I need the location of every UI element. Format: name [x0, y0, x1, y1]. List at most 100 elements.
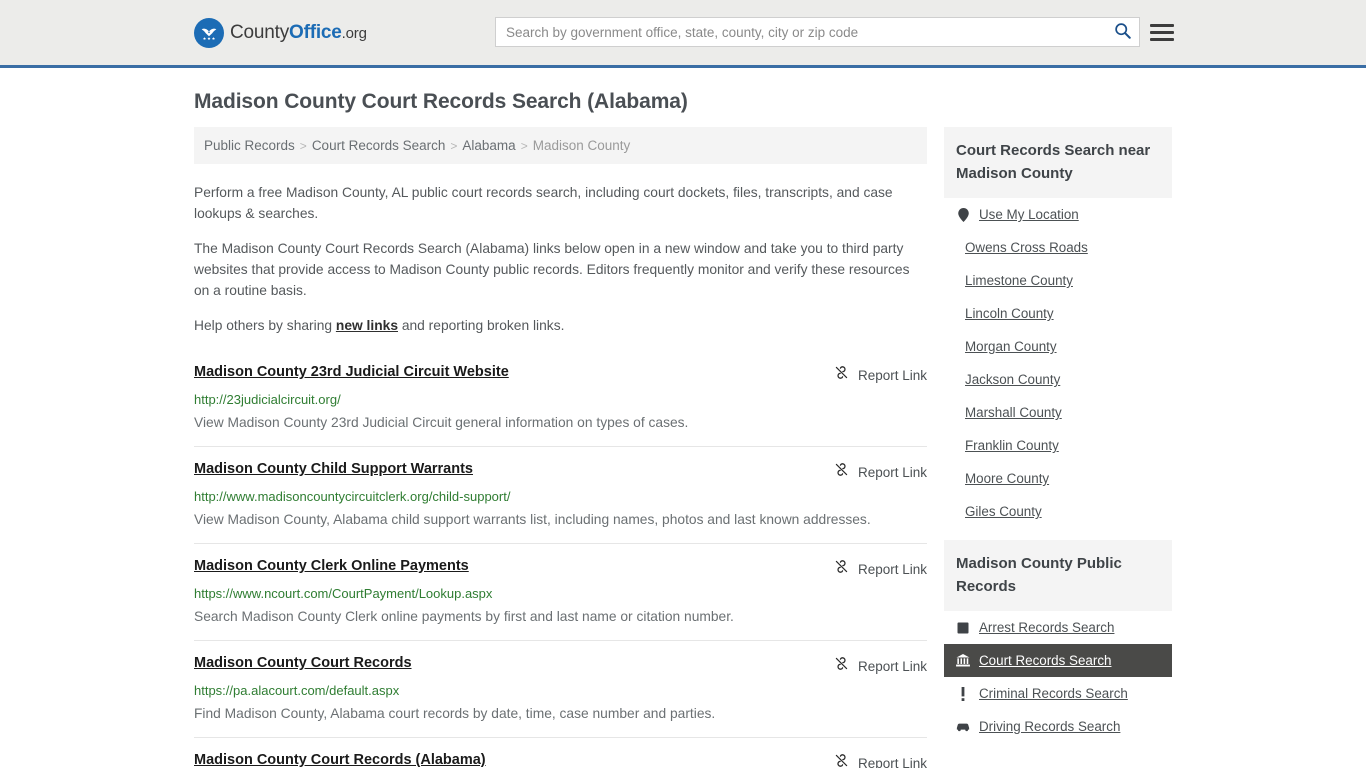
site-header: CountyOffice.org: [0, 0, 1366, 68]
sidebar-item-marshall-county[interactable]: Marshall County: [944, 396, 1172, 429]
resource-title-link[interactable]: Madison County 23rd Judicial Circuit Web…: [194, 364, 509, 380]
link-item-header: Madison County 23rd Judicial Circuit Web…: [194, 364, 927, 385]
sidebar-item-label: Morgan County: [965, 339, 1057, 354]
intro-paragraph-2: The Madison County Court Records Search …: [194, 241, 910, 298]
search-icon: [1114, 22, 1131, 42]
report-link-label: Report Link: [857, 464, 927, 480]
sidebar-item-court-records-search[interactable]: Court Records Search: [944, 644, 1172, 677]
list-item: Use My Location: [944, 198, 1172, 231]
resource-description: Find Madison County, Alabama court recor…: [194, 706, 716, 721]
sidebar-item-arrest-records-search[interactable]: Arrest Records Search: [944, 611, 1172, 644]
intro-paragraph-1: Perform a free Madison County, AL public…: [194, 185, 893, 221]
list-item: Moore County: [944, 462, 1172, 495]
hamburger-bar: [1150, 37, 1174, 41]
broken-link-icon: [834, 365, 849, 385]
breadcrumb-separator-icon: >: [450, 138, 458, 153]
resource-description: Search Madison County Clerk online payme…: [194, 609, 734, 624]
square-badge-icon: [956, 622, 970, 634]
search-input[interactable]: [496, 18, 1105, 46]
car-icon: [956, 721, 970, 732]
list-item: Franklin County: [944, 429, 1172, 462]
intro-share-prefix: Help others by sharing: [194, 318, 336, 333]
resource-url[interactable]: http://23judicialcircuit.org/: [194, 392, 927, 407]
intro-paragraph-3: Help others by sharing new links and rep…: [194, 315, 927, 336]
breadcrumb-item-madison-county: Madison County: [532, 138, 631, 153]
resource-url[interactable]: https://pa.alacourt.com/default.aspx: [194, 683, 927, 698]
sidebar-item-label: Owens Cross Roads: [965, 240, 1088, 255]
link-item-header: Madison County Court Records (Alabama) R…: [194, 752, 927, 768]
report-link-button[interactable]: Report Link: [834, 753, 927, 768]
sidebar-item-driving-records-search[interactable]: Driving Records Search: [944, 710, 1172, 743]
nearby-panel-heading: Court Records Search near Madison County: [944, 127, 1172, 198]
sidebar-item-morgan-county[interactable]: Morgan County: [944, 330, 1172, 363]
report-link-label: Report Link: [857, 755, 927, 768]
sidebar-item-label: Jackson County: [965, 372, 1061, 387]
list-item: Criminal Records Search: [944, 677, 1172, 710]
resource-url[interactable]: https://www.ncourt.com/CourtPayment/Look…: [194, 586, 927, 601]
logo-text-county: County: [230, 21, 290, 43]
link-item-header: Madison County Clerk Online Payments Rep…: [194, 558, 927, 579]
breadcrumb-item-court-records-search[interactable]: Court Records Search: [312, 138, 446, 153]
resource-description: View Madison County, Alabama child suppo…: [194, 512, 871, 527]
list-item: Court Records Search: [944, 644, 1172, 677]
list-item: Morgan County: [944, 330, 1172, 363]
resource-title-link[interactable]: Madison County Court Records: [194, 655, 412, 671]
sidebar-item-franklin-county[interactable]: Franklin County: [944, 429, 1172, 462]
sidebar-item-label: Franklin County: [965, 438, 1059, 453]
link-item-header: Madison County Child Support Warrants Re…: [194, 461, 927, 482]
list-item: Limestone County: [944, 264, 1172, 297]
sidebar-item-label: Lincoln County: [965, 306, 1054, 321]
breadcrumb: Public Records > Court Records Search > …: [194, 127, 927, 164]
report-link-button[interactable]: Report Link: [834, 365, 927, 385]
sidebar-item-label: Moore County: [965, 471, 1050, 486]
sidebar-item-use-my-location[interactable]: Use My Location: [944, 198, 1172, 231]
sidebar-item-moore-county[interactable]: Moore County: [944, 462, 1172, 495]
sidebar-item-label: Arrest Records Search: [979, 620, 1115, 635]
public-records-panel-heading: Madison County Public Records: [944, 540, 1172, 611]
eagle-seal-icon: [194, 17, 224, 48]
breadcrumb-item-alabama[interactable]: Alabama: [462, 138, 515, 153]
list-item: Madison County Child Support Warrants Re…: [194, 446, 927, 543]
nearby-list: Use My Location Owens Cross Roads Limest…: [944, 198, 1172, 528]
list-item: Arrest Records Search: [944, 611, 1172, 644]
sidebar-item-label: Criminal Records Search: [979, 686, 1128, 701]
sidebar-item-label: Court Records Search: [979, 653, 1112, 668]
sidebar-item-owens-cross-roads[interactable]: Owens Cross Roads: [944, 231, 1172, 264]
list-item: Madison County Clerk Online Payments Rep…: [194, 543, 927, 640]
sidebar-item-giles-county[interactable]: Giles County: [944, 495, 1172, 528]
hamburger-menu-icon[interactable]: [1150, 20, 1174, 44]
nearby-panel: Court Records Search near Madison County…: [944, 127, 1172, 528]
search-bar[interactable]: [495, 17, 1140, 47]
search-button[interactable]: [1105, 18, 1139, 46]
list-item: Driving Records Search: [944, 710, 1172, 743]
site-logo-text: CountyOffice.org: [230, 22, 367, 44]
resource-url[interactable]: http://www.madisoncountycircuitclerk.org…: [194, 489, 927, 504]
page-body: Madison County Court Records Search (Ala…: [0, 90, 1366, 768]
sidebar-item-limestone-county[interactable]: Limestone County: [944, 264, 1172, 297]
sidebar-item-criminal-records-search[interactable]: Criminal Records Search: [944, 677, 1172, 710]
resource-description: View Madison County 23rd Judicial Circui…: [194, 415, 689, 430]
resource-title-link[interactable]: Madison County Court Records (Alabama): [194, 752, 486, 768]
resource-title-link[interactable]: Madison County Clerk Online Payments: [194, 558, 469, 574]
intro-share-suffix: and reporting broken links.: [398, 318, 565, 333]
hamburger-bar: [1150, 23, 1174, 27]
map-pin-icon: [956, 207, 970, 222]
report-link-button[interactable]: Report Link: [834, 559, 927, 579]
report-link-button[interactable]: Report Link: [834, 462, 927, 482]
sidebar-item-lincoln-county[interactable]: Lincoln County: [944, 297, 1172, 330]
resource-link-list: Madison County 23rd Judicial Circuit Web…: [194, 352, 927, 768]
sidebar: Court Records Search near Madison County…: [944, 127, 1172, 755]
report-link-button[interactable]: Report Link: [834, 656, 927, 676]
resource-title-link[interactable]: Madison County Child Support Warrants: [194, 461, 473, 477]
content-columns: Public Records > Court Records Search > …: [194, 127, 1172, 768]
link-item-header: Madison County Court Records Report Link: [194, 655, 927, 676]
sidebar-item-jackson-county[interactable]: Jackson County: [944, 363, 1172, 396]
exclamation-icon: [956, 686, 970, 701]
sidebar-item-label: Use My Location: [979, 207, 1079, 222]
site-logo[interactable]: CountyOffice.org: [194, 17, 367, 48]
report-link-label: Report Link: [857, 658, 927, 674]
new-links-link[interactable]: new links: [336, 318, 398, 333]
list-item: Madison County Court Records (Alabama) R…: [194, 737, 927, 768]
breadcrumb-item-public-records[interactable]: Public Records: [204, 138, 295, 153]
list-item: Madison County 23rd Judicial Circuit Web…: [194, 352, 927, 446]
